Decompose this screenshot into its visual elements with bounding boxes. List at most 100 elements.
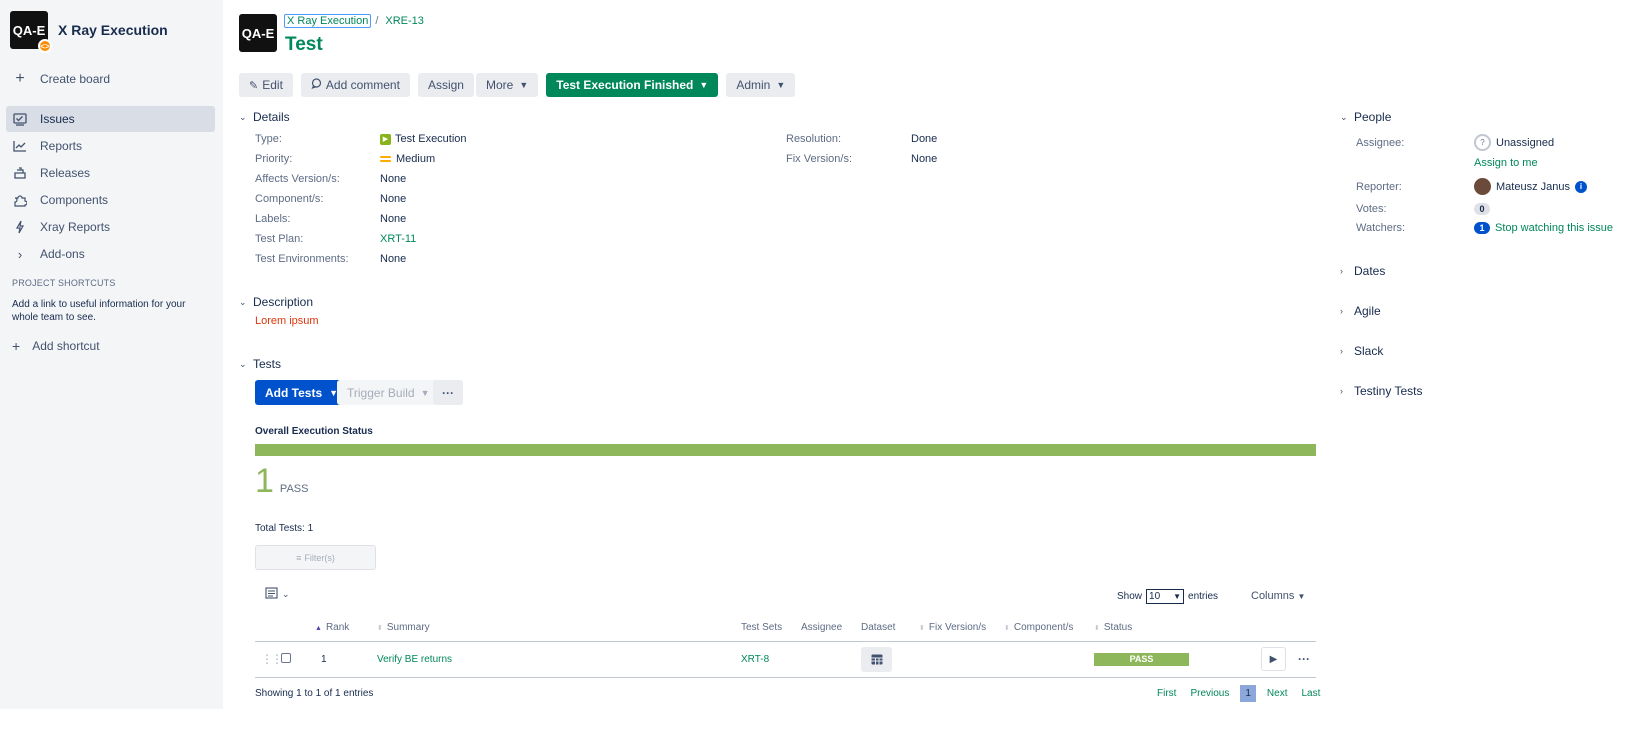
sidebar-item-label: Issues bbox=[40, 112, 75, 126]
page-size-control: Show 10 ▼ entries bbox=[1117, 589, 1218, 604]
actions-column-header bbox=[1244, 614, 1316, 642]
project-header[interactable]: QA-E <> X Ray Execution bbox=[10, 11, 168, 53]
more-button[interactable]: More ▼ bbox=[475, 73, 539, 97]
field-value: ▶ Test Execution bbox=[380, 133, 467, 145]
sidebar-item-label: Reports bbox=[40, 139, 83, 153]
description-text[interactable]: Lorem ipsum bbox=[255, 315, 319, 327]
sort-icon: ⬍ bbox=[377, 624, 383, 632]
summary-cell: Verify BE returns bbox=[377, 641, 741, 678]
agile-heading: Agile bbox=[1354, 304, 1381, 318]
pencil-icon: ✎ bbox=[249, 79, 259, 92]
test-set-link[interactable]: XRT-8 bbox=[741, 654, 769, 665]
watchers-count[interactable]: 1 bbox=[1474, 222, 1490, 234]
status-badge: PASS bbox=[1094, 652, 1189, 666]
column-visibility-toggle[interactable]: ⌄ bbox=[265, 587, 290, 602]
reporter-label: Reporter: bbox=[1356, 180, 1402, 193]
more-dots-icon: ··· bbox=[442, 385, 454, 400]
filter-icon: ≡ bbox=[296, 552, 302, 563]
issue-project-avatar: QA-E bbox=[239, 14, 277, 52]
pagination-previous[interactable]: Previous bbox=[1190, 688, 1229, 699]
field-labels: Labels: None bbox=[255, 213, 406, 225]
edit-button[interactable]: ✎ Edit bbox=[239, 73, 293, 97]
dates-section-toggle[interactable]: › Dates bbox=[1340, 264, 1385, 278]
chevron-down-icon: ▼ bbox=[776, 80, 786, 90]
table-row: ⋮⋮ 1 Verify BE returns XRT-8 PASS ▶ ··· bbox=[255, 641, 1316, 678]
tests-more-actions-button[interactable]: ··· bbox=[433, 380, 463, 405]
add-comment-button[interactable]: Add comment bbox=[300, 73, 410, 97]
sidebar-item-add-ons[interactable]: › Add-ons bbox=[6, 241, 215, 267]
issue-view: QA-E X Ray Execution / XRE-13 Test ✎ Edi… bbox=[223, 0, 1629, 743]
trigger-build-button[interactable]: Trigger Build ▼ bbox=[337, 380, 440, 405]
sidebar-item-releases[interactable]: Releases bbox=[6, 160, 215, 186]
add-comment-label: Add comment bbox=[325, 78, 400, 92]
table-icon bbox=[871, 654, 882, 664]
pass-count: 1 bbox=[255, 462, 274, 500]
page-size-select[interactable]: 10 ▼ bbox=[1146, 589, 1185, 604]
reporter-value[interactable]: Mateusz Janus bbox=[1496, 181, 1570, 193]
assignee-value[interactable]: Unassigned bbox=[1496, 137, 1554, 149]
sidebar-item-reports[interactable]: Reports bbox=[6, 133, 215, 159]
sidebar-item-create-board[interactable]: + Create board bbox=[6, 66, 215, 92]
field-value: None bbox=[911, 153, 938, 165]
select-column-header bbox=[281, 614, 315, 642]
issue-toolbar: ✎ Edit Add comment Assign More ▼ Test Ex… bbox=[239, 73, 803, 97]
testiny-tests-section-toggle[interactable]: › Testiny Tests bbox=[1340, 384, 1422, 398]
drag-column-header bbox=[255, 614, 281, 642]
project-name[interactable]: X Ray Execution bbox=[58, 22, 168, 38]
description-section-toggle[interactable]: ⌄ Description bbox=[239, 295, 313, 309]
breadcrumb-issue-key[interactable]: XRE-13 bbox=[385, 15, 424, 27]
more-label: More bbox=[485, 78, 514, 92]
breadcrumb: X Ray Execution / XRE-13 bbox=[284, 14, 424, 28]
bolt-icon bbox=[12, 219, 28, 235]
pagination-next[interactable]: Next bbox=[1267, 688, 1288, 699]
admin-button[interactable]: Admin ▼ bbox=[726, 73, 796, 97]
summary-column-header[interactable]: ⬍ Summary bbox=[377, 614, 741, 642]
chevron-down-icon: ⌄ bbox=[239, 358, 247, 369]
components-icon bbox=[12, 192, 28, 208]
votes-count[interactable]: 0 bbox=[1474, 203, 1490, 215]
people-section-toggle[interactable]: ⌄ People bbox=[1340, 110, 1391, 124]
sidebar-item-xray-reports[interactable]: Xray Reports bbox=[6, 214, 215, 240]
tests-section-toggle[interactable]: ⌄ Tests bbox=[239, 357, 281, 371]
pagination-first[interactable]: First bbox=[1157, 688, 1176, 699]
rank-column-header[interactable]: ▲ Rank bbox=[315, 614, 377, 642]
run-test-button[interactable]: ▶ bbox=[1261, 647, 1286, 671]
columns-button[interactable]: Columns ▼ bbox=[1251, 590, 1305, 602]
row-more-icon[interactable]: ··· bbox=[1298, 652, 1310, 666]
add-shortcut-button[interactable]: + Add shortcut bbox=[12, 338, 212, 354]
row-checkbox[interactable] bbox=[281, 652, 291, 663]
breadcrumb-project-link[interactable]: X Ray Execution bbox=[284, 14, 372, 28]
watchers-label: Watchers: bbox=[1356, 222, 1406, 234]
pagination: First Previous 1 Next Last bbox=[1150, 685, 1327, 702]
status-column-header[interactable]: ⬍ Status bbox=[1094, 614, 1244, 642]
chevron-right-icon: › bbox=[1340, 386, 1343, 396]
test-plan-link[interactable]: XRT-11 bbox=[380, 233, 416, 245]
assign-button[interactable]: Assign bbox=[417, 73, 474, 97]
agile-section-toggle[interactable]: › Agile bbox=[1340, 304, 1381, 318]
workflow-status-button[interactable]: Test Execution Finished ▼ bbox=[546, 73, 719, 97]
details-heading: Details bbox=[253, 110, 290, 124]
pagination-last[interactable]: Last bbox=[1301, 688, 1320, 699]
filter-label: Filter(s) bbox=[304, 552, 335, 563]
filter-button[interactable]: ≡ Filter(s) bbox=[255, 545, 376, 570]
stop-watching-link[interactable]: Stop watching this issue bbox=[1495, 222, 1613, 234]
details-section-toggle[interactable]: ⌄ Details bbox=[239, 110, 290, 124]
type-value: Test Execution bbox=[395, 133, 467, 145]
fix-version-cell bbox=[919, 641, 1004, 678]
info-icon[interactable]: i bbox=[1574, 180, 1587, 193]
sidebar-item-issues[interactable]: Issues bbox=[6, 106, 215, 132]
field-label: Component/s: bbox=[255, 193, 324, 205]
fix-version-column-header[interactable]: ⬍ Fix Version/s bbox=[919, 614, 1004, 642]
slack-section-toggle[interactable]: › Slack bbox=[1340, 344, 1383, 358]
component-column-header[interactable]: ⬍ Component/s bbox=[1004, 614, 1094, 642]
pagination-current-page[interactable]: 1 bbox=[1240, 685, 1256, 702]
add-tests-button[interactable]: Add Tests ▼ bbox=[255, 380, 349, 405]
test-summary-link[interactable]: Verify BE returns bbox=[377, 654, 452, 665]
reporter-row: Reporter: Mateusz Janus i bbox=[1356, 178, 1587, 195]
sidebar-item-components[interactable]: Components bbox=[6, 187, 215, 213]
dataset-button[interactable] bbox=[861, 646, 892, 672]
assign-to-me-link[interactable]: Assign to me bbox=[1474, 157, 1538, 169]
issue-title[interactable]: Test bbox=[285, 34, 323, 56]
drag-handle[interactable]: ⋮⋮ bbox=[255, 641, 283, 678]
test-execution-type-icon: ▶ bbox=[380, 133, 391, 145]
